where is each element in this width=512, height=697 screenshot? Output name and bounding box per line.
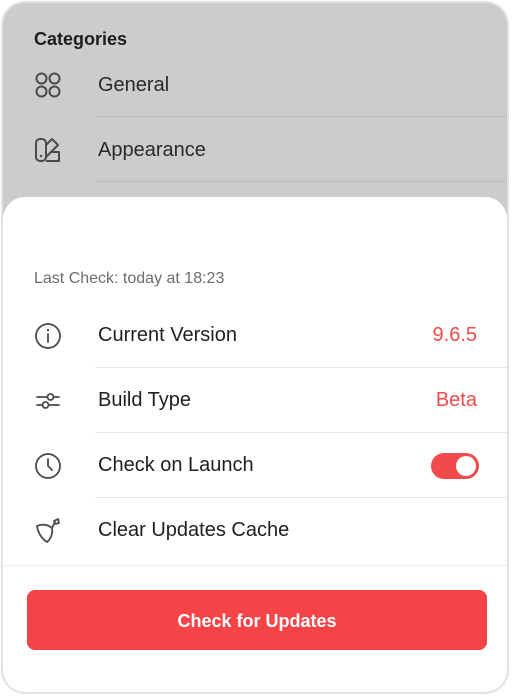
current-version-label: Current Version xyxy=(98,324,237,346)
build-type-label: Build Type xyxy=(98,389,192,411)
info-icon xyxy=(33,321,63,351)
category-label: General xyxy=(98,74,170,96)
check-for-updates-button[interactable]: Check for Updates xyxy=(27,590,487,650)
footer-divider xyxy=(3,565,507,566)
updates-sheet: Last Check: today at 18:23 Current Versi… xyxy=(3,197,507,692)
build-type-value[interactable]: Beta xyxy=(436,388,477,412)
clear-updates-cache-label: Clear Updates Cache xyxy=(98,519,290,541)
current-version-value: 9.6.5 xyxy=(432,324,477,346)
grid-icon xyxy=(33,70,63,100)
toggle-knob xyxy=(456,456,476,476)
sliders-icon xyxy=(33,386,63,416)
last-check-text: Last Check: today at 18:23 xyxy=(34,270,225,287)
divider xyxy=(95,181,507,182)
palette-icon xyxy=(33,135,63,165)
category-label: Appearance xyxy=(98,139,206,161)
settings-window: Categories General Appearance Last Check… xyxy=(1,1,509,694)
categories-title: Categories xyxy=(34,29,128,49)
clear-updates-cache-row[interactable]: Clear Updates Cache xyxy=(3,498,507,563)
divider xyxy=(95,116,507,117)
current-version-row: Current Version 9.6.5 xyxy=(3,303,507,368)
check-on-launch-row: Check on Launch xyxy=(3,433,507,498)
category-item-appearance[interactable]: Appearance xyxy=(3,118,507,182)
clock-icon xyxy=(33,451,63,481)
category-item-general[interactable]: General xyxy=(3,53,507,117)
brush-icon xyxy=(33,516,63,546)
check-on-launch-label: Check on Launch xyxy=(98,454,254,476)
build-type-row[interactable]: Build Type Beta xyxy=(3,368,507,433)
check-on-launch-toggle[interactable] xyxy=(431,453,479,479)
